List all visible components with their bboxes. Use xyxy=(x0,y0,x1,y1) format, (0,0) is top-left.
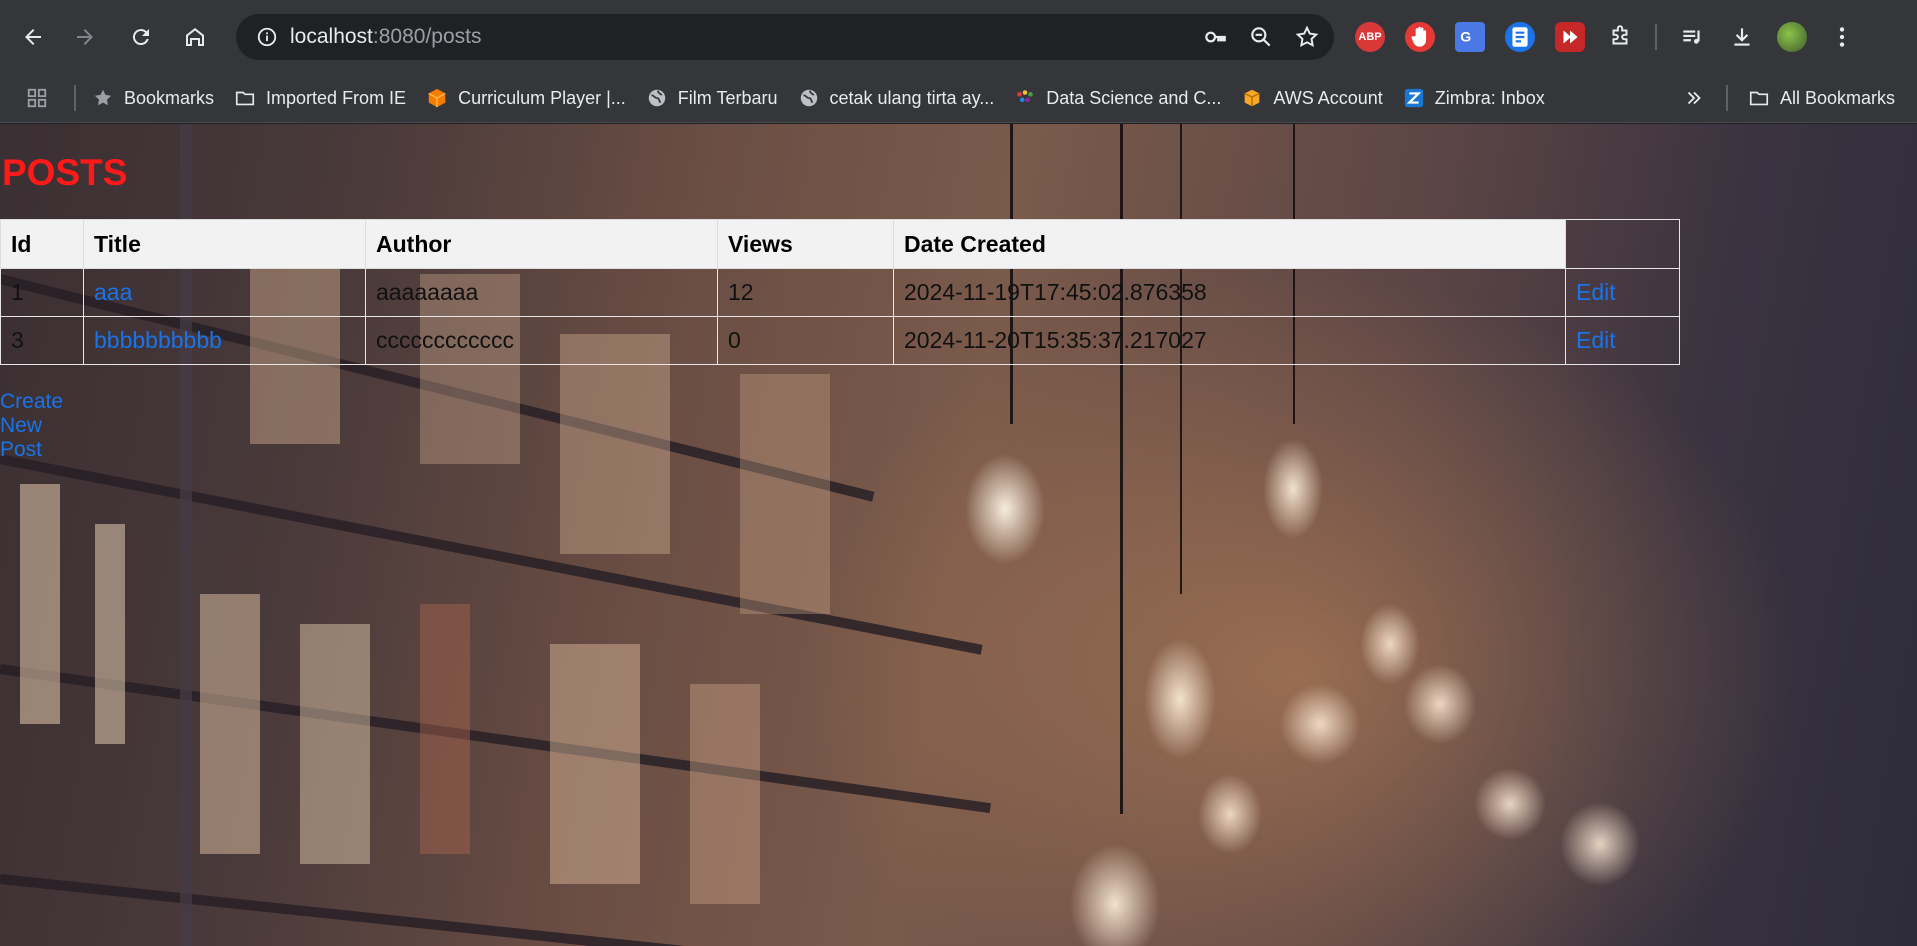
forward-arrow-icon xyxy=(77,29,93,45)
cell-title: aaa xyxy=(83,268,366,317)
bookmarks-overflow-button[interactable] xyxy=(1673,74,1725,123)
download-icon[interactable] xyxy=(1727,22,1757,52)
home-button[interactable] xyxy=(168,0,222,74)
bookmark-item-aws-account[interactable]: AWS Account xyxy=(1231,74,1392,123)
password-key-icon[interactable] xyxy=(1202,24,1228,50)
page-viewport: POSTS Id Title Author Views Date Created… xyxy=(0,124,1917,946)
google-translate-icon[interactable]: G xyxy=(1455,22,1485,52)
bookmarks-divider-right xyxy=(1726,85,1728,111)
globe-icon xyxy=(800,89,817,107)
site-info-icon[interactable] xyxy=(244,26,290,48)
extensions-puzzle-icon[interactable] xyxy=(1605,22,1635,52)
aws-box-icon xyxy=(1244,89,1261,107)
column-header-date-created: Date Created xyxy=(893,219,1566,269)
browser-toolbar: localhost:8080/posts ABP G xyxy=(0,0,1917,74)
bookmark-item-data-science[interactable]: Data Science and C... xyxy=(1004,74,1231,123)
apps-grid-button[interactable] xyxy=(0,74,68,123)
bookmarks-bar: Bookmarks Imported From IE Curriculum Pl… xyxy=(0,74,1917,123)
table-row: 3 bbbbbbbbbb cccccccccccc 0 2024-11-20T1… xyxy=(0,316,1680,365)
video-extension-icon[interactable] xyxy=(1555,22,1585,52)
post-title-link[interactable]: aaa xyxy=(94,279,132,305)
edit-post-link[interactable]: Edit xyxy=(1576,327,1616,353)
cell-title: bbbbbbbbbb xyxy=(83,316,366,365)
cell-views: 0 xyxy=(717,316,894,365)
zoom-icon[interactable] xyxy=(1248,24,1274,50)
media-queue-icon[interactable] xyxy=(1677,22,1707,52)
column-header-views: Views xyxy=(717,219,894,269)
column-header-title: Title xyxy=(83,219,366,269)
chevron-double-right-icon xyxy=(1687,91,1701,105)
cell-actions: Edit xyxy=(1565,316,1680,365)
adblock-plus-icon[interactable]: ABP xyxy=(1355,22,1385,52)
url-text[interactable]: localhost:8080/posts xyxy=(290,25,481,49)
toolbar-divider xyxy=(1655,24,1657,50)
column-header-actions xyxy=(1565,219,1680,269)
zimbra-icon xyxy=(1404,88,1423,108)
folder-icon xyxy=(1749,91,1769,106)
create-new-post-link[interactable]: Create New Post xyxy=(0,390,63,462)
kebab-menu-icon[interactable] xyxy=(1827,22,1857,52)
page-title: POSTS xyxy=(2,152,128,193)
cell-id: 1 xyxy=(0,268,84,317)
star-icon xyxy=(94,89,112,106)
forward-button[interactable] xyxy=(58,0,112,74)
bookmarks-divider xyxy=(74,85,76,111)
table-header-row: Id Title Author Views Date Created xyxy=(0,219,1680,269)
apps-grid-icon xyxy=(27,88,47,108)
table-row: 1 aaa aaaaaaaa 12 2024-11-19T17:45:02.87… xyxy=(0,268,1680,317)
bookmark-item-cetak-ulang[interactable]: cetak ulang tirta ay... xyxy=(788,74,1005,123)
cell-author: cccccccccccc xyxy=(365,316,718,365)
docs-extension-icon[interactable] xyxy=(1505,22,1535,52)
stop-hand-extension-icon[interactable] xyxy=(1405,22,1435,52)
bookmark-item-bookmarks[interactable]: Bookmarks xyxy=(82,74,224,123)
edit-post-link[interactable]: Edit xyxy=(1576,279,1616,305)
reload-icon xyxy=(132,29,149,46)
cube-icon xyxy=(428,88,446,108)
folder-icon xyxy=(235,91,255,106)
cell-views: 12 xyxy=(717,268,894,317)
cell-id: 3 xyxy=(0,316,84,365)
bookmark-item-imported-from-ie[interactable]: Imported From IE xyxy=(224,74,416,123)
reload-button[interactable] xyxy=(114,0,168,74)
column-header-author: Author xyxy=(365,219,718,269)
all-bookmarks-button[interactable]: All Bookmarks xyxy=(1738,74,1905,123)
post-title-link[interactable]: bbbbbbbbbb xyxy=(94,327,222,353)
home-icon xyxy=(186,28,204,46)
datasci-icon xyxy=(1017,90,1034,103)
bookmark-item-curriculum-player[interactable]: Curriculum Player |... xyxy=(416,74,636,123)
svg-text:G: G xyxy=(1460,28,1471,44)
cell-date-created: 2024-11-20T15:35:37.217027 xyxy=(893,316,1566,365)
globe-icon xyxy=(648,89,666,107)
back-arrow-icon xyxy=(25,29,41,45)
bookmark-item-film-terbaru[interactable]: Film Terbaru xyxy=(636,74,788,123)
posts-table: Id Title Author Views Date Created 1 aaa… xyxy=(0,219,1680,365)
address-bar[interactable]: localhost:8080/posts xyxy=(236,14,1334,60)
cell-date-created: 2024-11-19T17:45:02.876358 xyxy=(893,268,1566,317)
column-header-id: Id xyxy=(0,219,84,269)
profile-avatar[interactable] xyxy=(1777,22,1807,52)
cell-author: aaaaaaaa xyxy=(365,268,718,317)
back-button[interactable] xyxy=(6,0,60,74)
bookmark-star-icon[interactable] xyxy=(1294,24,1320,50)
cell-actions: Edit xyxy=(1565,268,1680,317)
bookmark-item-zimbra-inbox[interactable]: Zimbra: Inbox xyxy=(1393,74,1555,123)
